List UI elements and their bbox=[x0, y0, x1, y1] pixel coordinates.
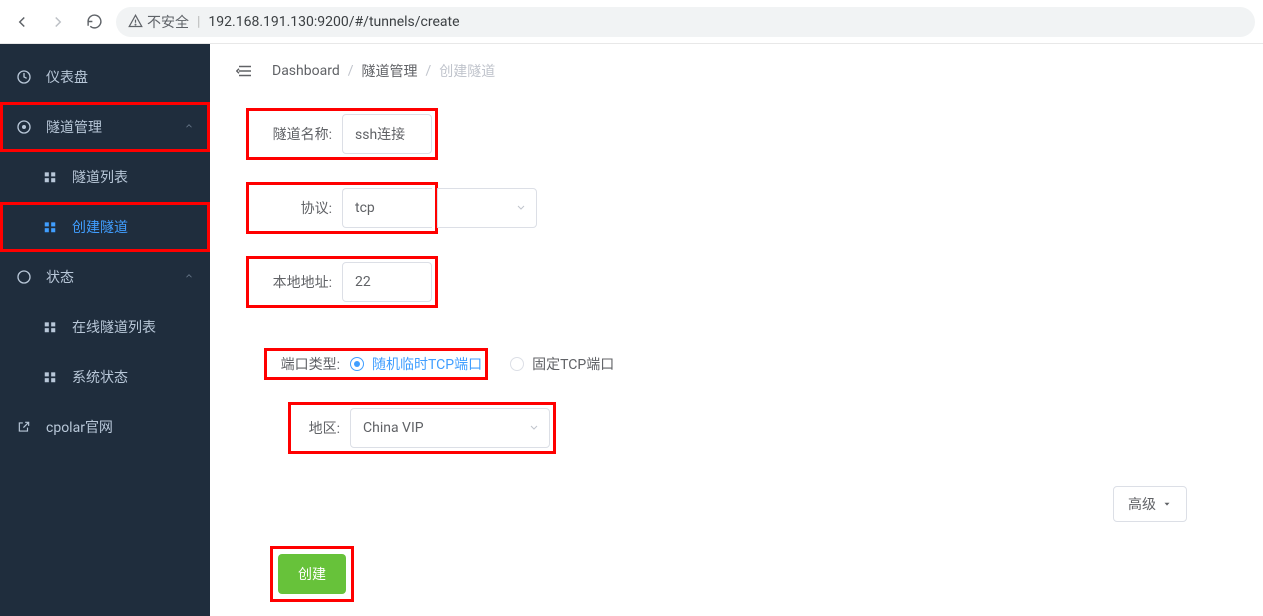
local-addr-input[interactable] bbox=[342, 262, 432, 302]
warning-icon bbox=[128, 14, 143, 29]
menu-fold-icon bbox=[236, 62, 254, 80]
create-button[interactable]: 创建 bbox=[278, 554, 346, 594]
protocol-select[interactable] bbox=[437, 188, 537, 228]
browser-reload-button[interactable] bbox=[80, 8, 108, 36]
url-separator: | bbox=[197, 14, 200, 30]
chevron-up-icon bbox=[184, 269, 194, 285]
tunnel-name-input[interactable] bbox=[342, 114, 432, 154]
menu-toggle-button[interactable] bbox=[234, 60, 256, 82]
status-icon bbox=[16, 269, 32, 285]
protocol-value-display[interactable] bbox=[342, 188, 432, 228]
grid-icon bbox=[42, 219, 58, 235]
breadcrumb-sep: / bbox=[426, 63, 432, 79]
caret-down-icon bbox=[1162, 499, 1172, 509]
chevron-up-icon bbox=[184, 119, 194, 135]
breadcrumb-current: 创建隧道 bbox=[439, 61, 495, 81]
sidebar-item-tunnel-mgmt[interactable]: 隧道管理 bbox=[0, 102, 210, 152]
sidebar-item-label: cpolar官网 bbox=[46, 417, 113, 437]
tunnel-name-label: 隧道名称: bbox=[252, 124, 342, 144]
breadcrumb-root[interactable]: Dashboard bbox=[272, 63, 340, 79]
topbar: Dashboard / 隧道管理 / 创建隧道 bbox=[210, 44, 1263, 98]
grid-icon bbox=[42, 319, 58, 335]
main-content: Dashboard / 隧道管理 / 创建隧道 隧道名称: 协议: bbox=[210, 44, 1263, 616]
browser-back-button[interactable] bbox=[8, 8, 36, 36]
list-icon bbox=[42, 169, 58, 185]
advanced-button[interactable]: 高级 bbox=[1113, 486, 1187, 522]
field-tunnel-name-group: 隧道名称: bbox=[246, 108, 438, 160]
local-addr-label: 本地地址: bbox=[252, 272, 342, 292]
submit-highlight: 创建 bbox=[270, 546, 354, 602]
region-select[interactable] bbox=[350, 408, 550, 448]
insecure-warning: 不安全 bbox=[128, 12, 189, 32]
sidebar-item-label: 隧道管理 bbox=[46, 117, 102, 137]
sidebar-item-status[interactable]: 状态 bbox=[0, 252, 210, 302]
port-type-fixed-radio[interactable]: 固定TCP端口 bbox=[510, 354, 614, 374]
field-port-type-group: 端口类型: 随机临时TCP端口 bbox=[264, 348, 488, 380]
settings-icon bbox=[16, 119, 32, 135]
sidebar-item-dashboard[interactable]: 仪表盘 bbox=[0, 52, 210, 102]
insecure-label: 不安全 bbox=[147, 12, 189, 32]
browser-url-bar[interactable]: 不安全 | 192.168.191.130:9200/#/tunnels/cre… bbox=[116, 7, 1255, 37]
radio-dot-icon bbox=[510, 357, 524, 371]
sidebar-item-label: 仪表盘 bbox=[46, 67, 88, 87]
radio-label: 随机临时TCP端口 bbox=[372, 354, 482, 374]
browser-forward-button[interactable] bbox=[44, 8, 72, 36]
sidebar-item-label: 隧道列表 bbox=[72, 167, 128, 187]
dashboard-icon bbox=[16, 69, 32, 85]
breadcrumb-sep: / bbox=[348, 63, 354, 79]
sidebar-item-create-tunnel[interactable]: 创建隧道 bbox=[0, 202, 210, 252]
create-tunnel-form: 隧道名称: 协议: 本地地址: bbox=[210, 98, 1263, 612]
sidebar-item-label: 系统状态 bbox=[72, 367, 128, 387]
grid-icon bbox=[42, 369, 58, 385]
sidebar-item-label: 在线隧道列表 bbox=[72, 317, 156, 337]
advanced-label: 高级 bbox=[1128, 494, 1156, 514]
sidebar-item-online-tunnels[interactable]: 在线隧道列表 bbox=[0, 302, 210, 352]
sidebar-item-system-status[interactable]: 系统状态 bbox=[0, 352, 210, 402]
breadcrumb: Dashboard / 隧道管理 / 创建隧道 bbox=[272, 61, 495, 81]
sidebar-item-tunnel-list[interactable]: 隧道列表 bbox=[0, 152, 210, 202]
protocol-select-extra[interactable] bbox=[437, 188, 537, 228]
browser-chrome: 不安全 | 192.168.191.130:9200/#/tunnels/cre… bbox=[0, 0, 1263, 44]
sidebar-item-label: 创建隧道 bbox=[72, 217, 128, 237]
create-button-label: 创建 bbox=[298, 567, 326, 583]
url-text: 192.168.191.130:9200/#/tunnels/create bbox=[208, 14, 459, 30]
field-protocol-group: 协议: bbox=[246, 182, 438, 234]
protocol-label: 协议: bbox=[252, 198, 342, 218]
external-link-icon bbox=[16, 419, 32, 435]
port-type-random-radio[interactable]: 随机临时TCP端口 bbox=[350, 354, 482, 374]
field-local-addr-group: 本地地址: bbox=[246, 256, 438, 308]
region-select-input[interactable] bbox=[350, 408, 550, 448]
field-region-group: 地区: bbox=[288, 402, 556, 454]
radio-dot-icon bbox=[350, 357, 364, 371]
region-label: 地区: bbox=[294, 418, 350, 438]
sidebar-item-cpolar-site[interactable]: cpolar官网 bbox=[0, 402, 210, 452]
radio-label: 固定TCP端口 bbox=[532, 354, 614, 374]
port-type-label: 端口类型: bbox=[270, 354, 350, 374]
sidebar: 仪表盘 隧道管理 隧道列表 创建隧道 bbox=[0, 44, 210, 616]
breadcrumb-parent[interactable]: 隧道管理 bbox=[362, 61, 418, 81]
sidebar-item-label: 状态 bbox=[46, 267, 74, 287]
